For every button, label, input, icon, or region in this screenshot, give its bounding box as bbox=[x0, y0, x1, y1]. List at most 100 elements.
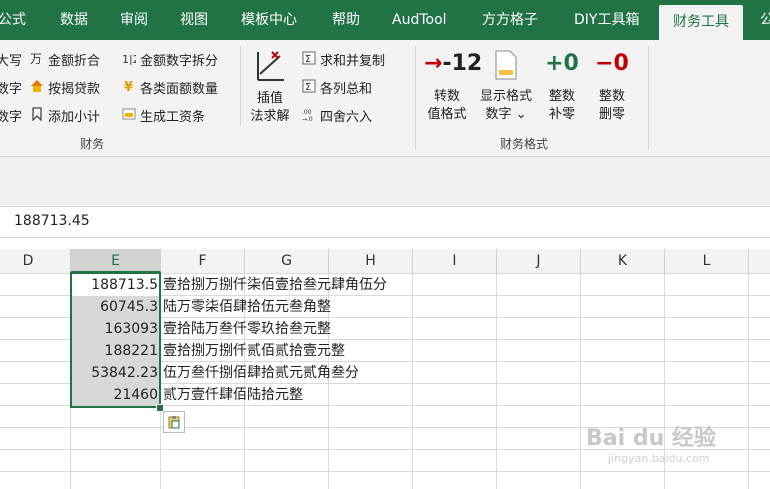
integer-pad-zero-button[interactable]: +0 整数 补零 bbox=[540, 50, 584, 124]
pad-zero-label-1: 整数 bbox=[548, 89, 575, 104]
convert-to-value-button[interactable]: →-12 转数 值格式 bbox=[424, 50, 482, 124]
svg-text:Σ: Σ bbox=[305, 54, 311, 65]
interpolation-icon bbox=[257, 51, 284, 81]
remove-zero-label-2: 删零 bbox=[598, 107, 625, 122]
svg-text:1|2: 1|2 bbox=[122, 53, 136, 65]
cell-f-text[interactable]: 壹拾陆万叁仟零玖拾叁元整 bbox=[163, 318, 331, 340]
interpolation-label-2: 法求解 bbox=[250, 109, 290, 124]
mortgage-button[interactable]: 按揭贷款 bbox=[48, 78, 100, 97]
display-format-label-2: 数字 ⌄ bbox=[485, 107, 527, 122]
document-icon bbox=[495, 50, 517, 80]
watermark-logo: Bai du 经验 bbox=[586, 426, 716, 451]
svg-text:万: 万 bbox=[30, 52, 42, 65]
add-subtotal-button[interactable]: 添加小计 bbox=[48, 106, 100, 125]
grid-line bbox=[580, 273, 581, 489]
remove-zero-label-1: 整数 bbox=[598, 89, 625, 104]
denomination-count-button[interactable]: 各类面额数量 bbox=[140, 78, 218, 97]
tab-diy-toolbox[interactable]: DIY工具箱 bbox=[574, 0, 639, 40]
watermark-url: jingyan.baidu.com bbox=[608, 452, 710, 465]
cell-e-value[interactable]: 188221 bbox=[71, 340, 160, 362]
toolbar-gap bbox=[0, 157, 770, 205]
convert-label-2: 值格式 bbox=[427, 107, 467, 122]
ribbon-group-separator-2 bbox=[648, 46, 649, 150]
amount-convert-icon: 万 bbox=[30, 52, 42, 65]
ribbon-item-shuzi-2[interactable]: 数字 bbox=[0, 106, 22, 125]
arrow-icon: → bbox=[424, 51, 443, 76]
ribbon-group-separator bbox=[415, 46, 416, 150]
integer-remove-zero-button[interactable]: −0 整数 删零 bbox=[590, 50, 634, 124]
tab-help[interactable]: 帮助 bbox=[332, 0, 360, 40]
formula-bar[interactable]: 188713.45 bbox=[0, 206, 770, 238]
generate-payslip-button[interactable]: 生成工资条 bbox=[140, 106, 205, 125]
ribbon-separator bbox=[240, 46, 241, 126]
payslip-icon bbox=[122, 108, 136, 120]
paste-options-button[interactable] bbox=[163, 411, 185, 433]
svg-text:¥: ¥ bbox=[124, 80, 133, 93]
clipboard-icon bbox=[168, 416, 180, 429]
tab-data[interactable]: 数据 bbox=[60, 0, 88, 40]
tab-template-center[interactable]: 模板中心 bbox=[241, 0, 297, 40]
tab-view[interactable]: 视图 bbox=[180, 0, 208, 40]
ribbon-item-daxie[interactable]: 大写 bbox=[0, 50, 22, 69]
ribbon-tab-bar: 公式 数据 审阅 视图 模板中心 帮助 AudTool 方方格子 DIY工具箱 … bbox=[0, 0, 770, 40]
pad-zero-number: +0 bbox=[545, 51, 579, 76]
column-header-d[interactable]: D bbox=[0, 249, 71, 273]
remove-zero-number: −0 bbox=[595, 51, 629, 76]
tab-audtool[interactable]: AudTool bbox=[392, 0, 447, 40]
grid-line bbox=[160, 273, 161, 489]
column-header-h[interactable]: H bbox=[329, 249, 413, 273]
yen-icon: ¥ bbox=[124, 80, 133, 93]
cell-f-text[interactable]: 壹拾捌万捌仟贰佰贰拾壹元整 bbox=[163, 340, 345, 362]
group-label-finance: 财务 bbox=[80, 137, 105, 151]
column-headers: D E F G H I J K L bbox=[0, 249, 770, 274]
svg-text:.00: .00 bbox=[302, 109, 312, 116]
cell-e-value[interactable]: 60745.3 bbox=[71, 296, 160, 318]
grid-line bbox=[496, 273, 497, 489]
cell-f-text[interactable]: 伍万叁仟捌佰肆拾贰元贰角叁分 bbox=[163, 362, 359, 384]
group-label-finance-format: 财务格式 bbox=[500, 137, 549, 151]
tab-fangfang[interactable]: 方方格子 bbox=[482, 0, 538, 40]
svg-text:→.0: →.0 bbox=[302, 116, 313, 121]
rounding-icon: .00→.0 bbox=[302, 109, 313, 121]
tab-formulas[interactable]: 公式 bbox=[0, 0, 26, 40]
bookmark-icon bbox=[32, 107, 42, 121]
ribbon-item-shuzi-1[interactable]: 数字 bbox=[0, 78, 22, 97]
sum-and-copy-button[interactable]: 求和并复制 bbox=[320, 50, 385, 69]
column-header-f[interactable]: F bbox=[161, 249, 245, 273]
column-header-l[interactable]: L bbox=[665, 249, 749, 273]
convert-label-1: 转数 bbox=[433, 89, 460, 104]
cell-e-value[interactable]: 188713.5 bbox=[71, 274, 160, 296]
amount-convert-button[interactable]: 金额折合 bbox=[48, 50, 100, 69]
column-header-k[interactable]: K bbox=[581, 249, 665, 273]
split-digits-icon: 1|2 bbox=[122, 53, 136, 65]
ribbon-panel: 大写 数字 数字 万 金额折合 按揭贷款 添加小计 1|2 金额数字拆分 ¥ 各… bbox=[0, 40, 770, 157]
round-half-even-button[interactable]: 四舍六入 bbox=[320, 106, 372, 125]
interpolation-label-1: 插值 bbox=[256, 91, 283, 106]
tab-review[interactable]: 审阅 bbox=[120, 0, 148, 40]
column-sum-icon: Σ bbox=[302, 79, 316, 93]
column-header-e[interactable]: E bbox=[71, 249, 161, 273]
column-totals-button[interactable]: 各列总和 bbox=[320, 78, 372, 97]
grid-line bbox=[748, 273, 749, 489]
display-format-label-1: 显示格式 bbox=[479, 89, 532, 104]
column-header-g[interactable]: G bbox=[245, 249, 329, 273]
svg-text:Σ: Σ bbox=[305, 82, 311, 93]
column-header-i[interactable]: I bbox=[413, 249, 497, 273]
cell-f-text[interactable]: 陆万零柒佰肆拾伍元叁角整 bbox=[163, 296, 331, 318]
cell-e-value[interactable]: 163093 bbox=[71, 318, 160, 340]
grid-line bbox=[412, 273, 413, 489]
sum-copy-icon: Σ bbox=[302, 51, 316, 65]
split-amount-digits-button[interactable]: 金额数字拆分 bbox=[140, 50, 218, 69]
pad-zero-label-2: 补零 bbox=[548, 107, 575, 122]
interpolation-solve-button[interactable]: 插值 法求解 bbox=[248, 90, 292, 126]
tab-finance-tools[interactable]: 财务工具 bbox=[659, 5, 743, 40]
cell-f-text[interactable]: 壹拾捌万捌仟柒佰壹拾叁元肆角伍分 bbox=[163, 274, 387, 296]
tab-overflow[interactable]: 公 bbox=[760, 0, 770, 40]
column-header-j[interactable]: J bbox=[497, 249, 581, 273]
house-icon bbox=[31, 80, 43, 92]
formula-bar-value[interactable]: 188713.45 bbox=[14, 213, 90, 229]
cell-e-value[interactable]: 21460 bbox=[71, 384, 160, 406]
cell-e-value[interactable]: 53842.23 bbox=[71, 362, 160, 384]
display-format-button[interactable]: 显示格式 数字 ⌄ bbox=[474, 50, 538, 124]
cell-f-text[interactable]: 贰万壹仟肆佰陆拾元整 bbox=[163, 384, 303, 406]
